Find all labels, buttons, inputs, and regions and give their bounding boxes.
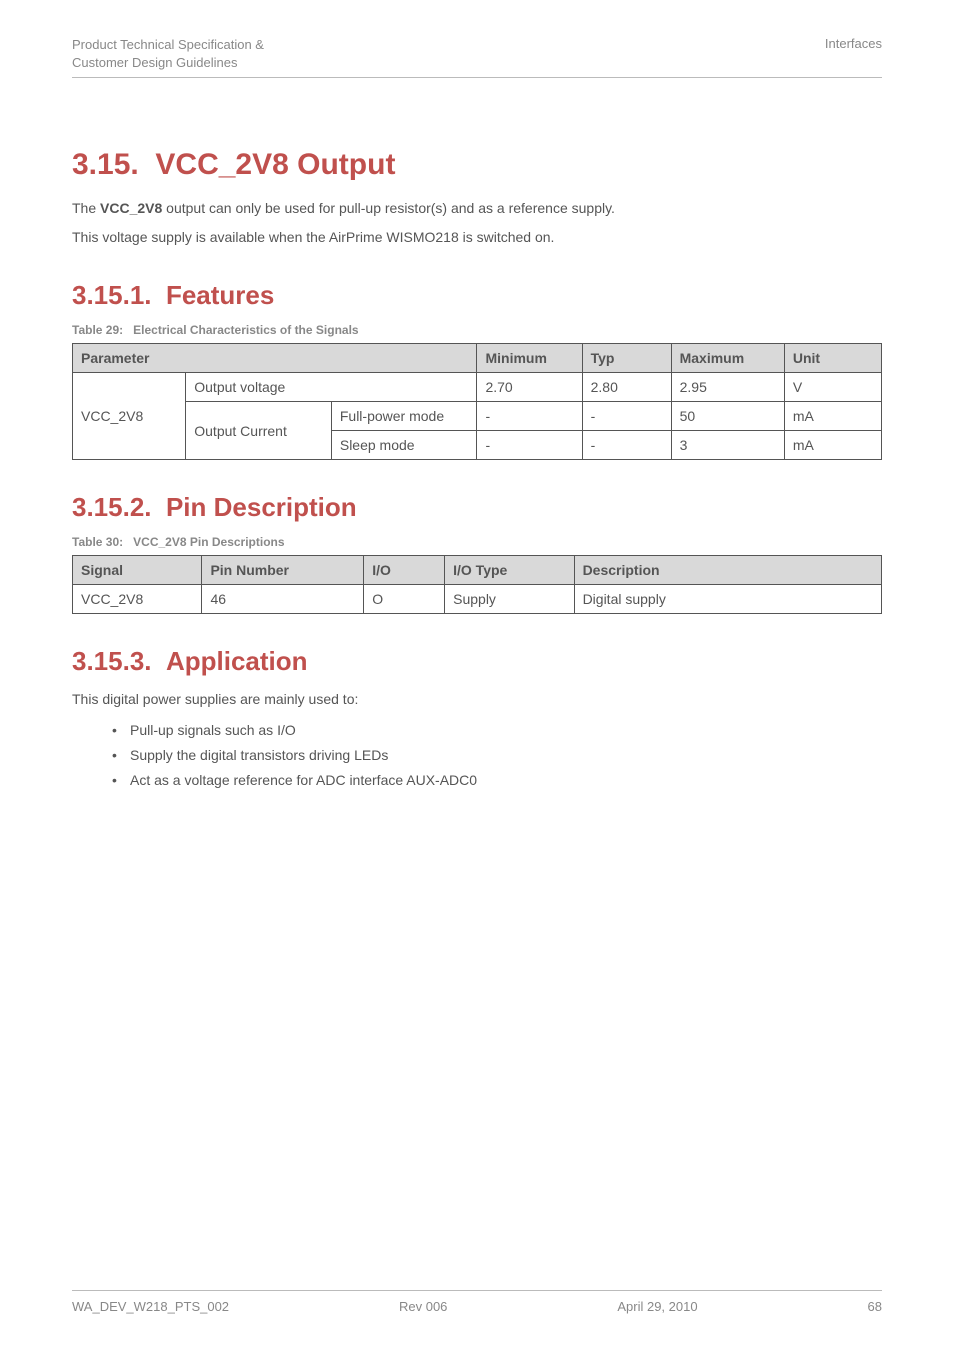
para-3-15-2: This voltage supply is available when th… [72,227,882,248]
header-left: Product Technical Specification & Custom… [72,36,264,71]
page-footer: WA_DEV_W218_PTS_002 Rev 006 April 29, 20… [72,1290,882,1314]
list-item: Pull-up signals such as I/O [112,718,882,743]
heading-text: Pin Description [166,492,357,522]
bold-vcc: VCC_2V8 [100,200,162,216]
cell: Supply [445,585,574,614]
footer-doc-id: WA_DEV_W218_PTS_002 [72,1299,229,1314]
cell: mA [784,402,881,431]
list-item: Act as a voltage reference for ADC inter… [112,768,882,793]
caption-text: Electrical Characteristics of the Signal… [133,323,358,337]
th-signal: Signal [73,556,202,585]
th-typ: Typ [582,344,671,373]
heading-number: 3.15.1. [72,280,152,310]
table-30-caption: Table 30: VCC_2V8 Pin Descriptions [72,535,882,549]
page-header: Product Technical Specification & Custom… [72,0,882,71]
table-row: VCC_2V8 Output voltage 2.70 2.80 2.95 V [73,373,882,402]
table-row: VCC_2V8 46 O Supply Digital supply [73,585,882,614]
doc-title-line1: Product Technical Specification & [72,36,264,54]
cell: 50 [671,402,784,431]
list-item: Supply the digital transistors driving L… [112,743,882,768]
th-desc: Description [574,556,881,585]
footer-date: April 29, 2010 [617,1299,697,1314]
cell: - [477,431,582,460]
cell: V [784,373,881,402]
application-list: Pull-up signals such as I/O Supply the d… [72,718,882,794]
cell: - [582,431,671,460]
th-unit: Unit [784,344,881,373]
th-parameter: Parameter [73,344,477,373]
cell: Full-power mode [331,402,477,431]
table-row: Output Current Full-power mode - - 50 mA [73,402,882,431]
heading-number: 3.15. [72,148,139,181]
table-30: Signal Pin Number I/O I/O Type Descripti… [72,555,882,614]
footer-divider [72,1290,882,1291]
heading-text: Features [166,280,274,310]
cell: 46 [202,585,364,614]
cell: - [477,402,582,431]
cell: 2.80 [582,373,671,402]
doc-title-line2: Customer Design Guidelines [72,54,264,72]
cell: VCC_2V8 [73,373,186,460]
caption-label: Table 30: [72,535,123,549]
heading-number: 3.15.2. [72,492,152,522]
footer-page: 68 [868,1299,882,1314]
th-minimum: Minimum [477,344,582,373]
cell: VCC_2V8 [73,585,202,614]
text: The [72,200,100,216]
th-io: I/O [364,556,445,585]
footer-rev: Rev 006 [399,1299,447,1314]
para-3-15-1: The VCC_2V8 output can only be used for … [72,198,882,219]
th-iotype: I/O Type [445,556,574,585]
heading-3-15: 3.15. VCC_2V8 Output [72,148,882,182]
cell: 2.95 [671,373,784,402]
th-pin: Pin Number [202,556,364,585]
heading-3-15-3: 3.15.3. Application [72,646,882,677]
caption-text: VCC_2V8 Pin Descriptions [133,535,284,549]
footer-row: WA_DEV_W218_PTS_002 Rev 006 April 29, 20… [72,1299,882,1314]
header-divider [72,77,882,78]
table-row: Parameter Minimum Typ Maximum Unit [73,344,882,373]
cell: 3 [671,431,784,460]
table-row: Signal Pin Number I/O I/O Type Descripti… [73,556,882,585]
cell: 2.70 [477,373,582,402]
cell: Sleep mode [331,431,477,460]
text: output can only be used for pull-up resi… [162,200,615,216]
cell: Output Current [186,402,332,460]
caption-label: Table 29: [72,323,123,337]
application-intro: This digital power supplies are mainly u… [72,689,882,710]
cell: Output voltage [186,373,477,402]
cell: Digital supply [574,585,881,614]
heading-text: Application [166,646,308,676]
heading-number: 3.15.3. [72,646,152,676]
cell: O [364,585,445,614]
table-29: Parameter Minimum Typ Maximum Unit VCC_2… [72,343,882,460]
table-29-caption: Table 29: Electrical Characteristics of … [72,323,882,337]
cell: mA [784,431,881,460]
heading-3-15-1: 3.15.1. Features [72,280,882,311]
heading-3-15-2: 3.15.2. Pin Description [72,492,882,523]
heading-text: VCC_2V8 Output [155,148,395,181]
header-right: Interfaces [825,36,882,51]
cell: - [582,402,671,431]
th-maximum: Maximum [671,344,784,373]
